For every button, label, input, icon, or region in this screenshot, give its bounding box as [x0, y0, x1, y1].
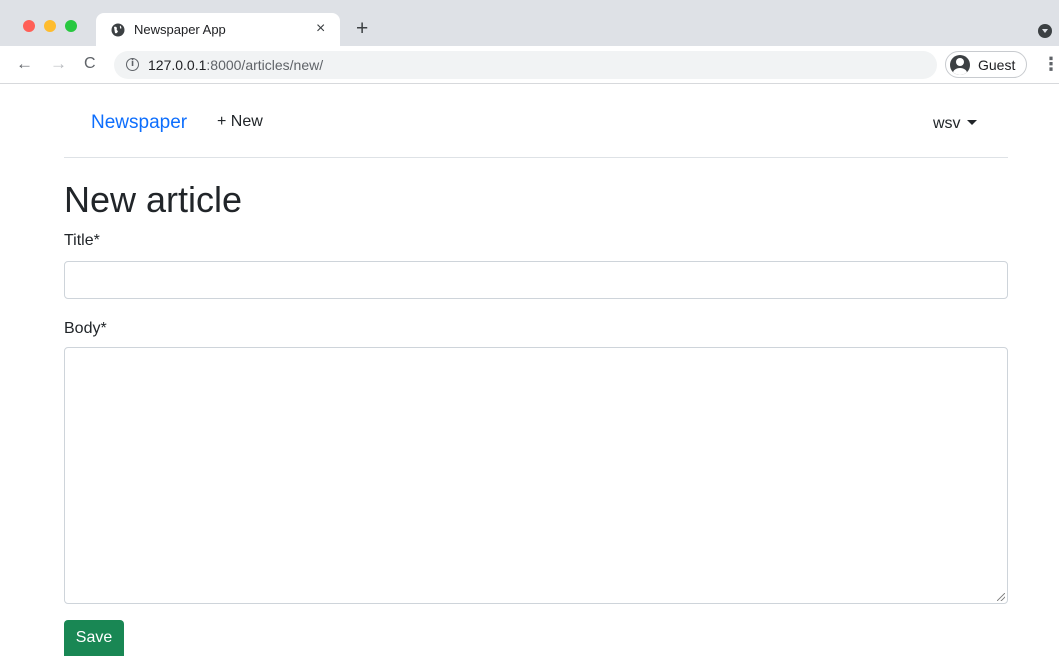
- profile-button[interactable]: Guest: [945, 51, 1027, 78]
- user-name: wsv: [933, 115, 961, 132]
- page-title: New article: [64, 179, 243, 220]
- brand-link[interactable]: Newspaper: [91, 112, 187, 134]
- forward-arrow-icon[interactable]: →: [50, 54, 67, 74]
- tab-title: Newspaper App: [134, 22, 226, 37]
- user-dropdown[interactable]: wsv: [933, 115, 977, 133]
- url-path: :8000/articles/new/: [206, 57, 324, 73]
- url-host: 127.0.0.1: [148, 57, 207, 73]
- profile-label: Guest: [978, 57, 1016, 73]
- resize-handle-icon[interactable]: [997, 593, 1005, 601]
- new-article-link[interactable]: + New: [217, 113, 263, 131]
- info-icon[interactable]: i: [126, 58, 139, 71]
- title-label: Title*: [64, 232, 100, 249]
- caret-down-icon: [966, 120, 977, 125]
- body-textarea[interactable]: [64, 347, 1008, 604]
- browser-toolbar: ← → C i 127.0.0.1:8000/articles/new/ Gue…: [0, 46, 1059, 84]
- address-bar[interactable]: i 127.0.0.1:8000/articles/new/: [114, 51, 937, 79]
- url-text[interactable]: 127.0.0.1:8000/articles/new/: [148, 57, 323, 73]
- avatar-icon: [950, 55, 970, 75]
- reload-icon[interactable]: C: [84, 54, 96, 74]
- browser-menu-icon[interactable]: ⋮: [1042, 55, 1059, 73]
- maximize-window-button[interactable]: [65, 20, 77, 32]
- tab-strip: Newspaper App × +: [0, 0, 1059, 46]
- minimize-window-button[interactable]: [44, 20, 56, 32]
- site-navbar: Newspaper + New wsv: [64, 86, 1008, 158]
- body-label: Body*: [64, 320, 107, 337]
- close-tab-icon[interactable]: ×: [316, 19, 325, 39]
- globe-icon: [111, 23, 125, 37]
- title-input[interactable]: [64, 261, 1008, 299]
- tab-search-icon[interactable]: [1038, 24, 1052, 38]
- browser-tab[interactable]: Newspaper App ×: [96, 13, 340, 46]
- new-tab-button[interactable]: +: [356, 18, 368, 40]
- save-button[interactable]: Save: [64, 620, 124, 656]
- back-arrow-icon[interactable]: ←: [16, 54, 33, 74]
- close-window-button[interactable]: [23, 20, 35, 32]
